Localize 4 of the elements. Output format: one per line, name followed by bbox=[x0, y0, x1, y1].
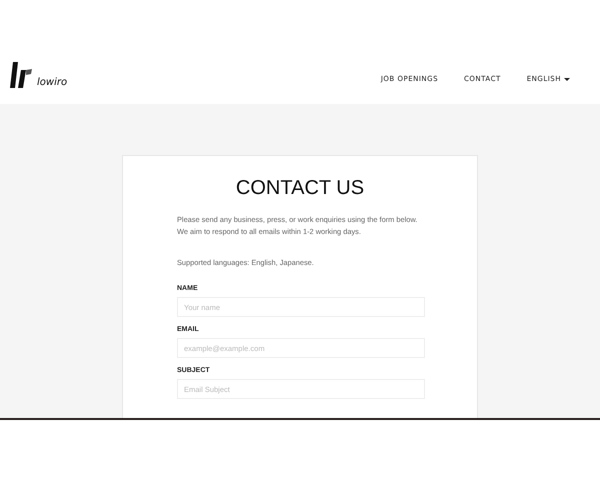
caret-icon bbox=[564, 78, 570, 80]
logo-text: lowiro bbox=[37, 78, 68, 88]
page-title: CONTACT US bbox=[236, 176, 364, 200]
logo-icon bbox=[10, 62, 32, 88]
